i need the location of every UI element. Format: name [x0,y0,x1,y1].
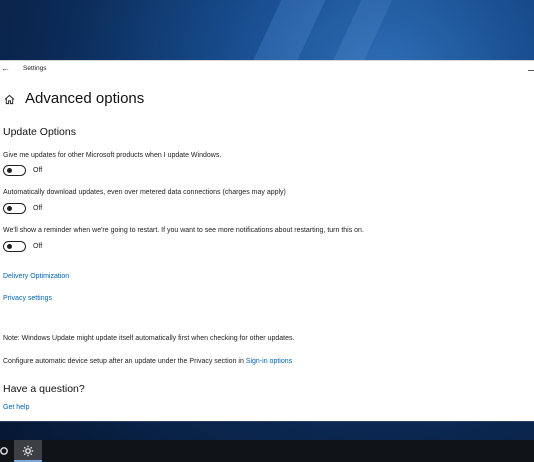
back-arrow-icon[interactable]: ← [1,63,10,73]
configure-setup-text: Configure automatic device setup after a… [3,357,292,366]
sign-in-options-link[interactable]: Sign-in options [246,358,292,365]
have-a-question-heading: Have a question? [3,383,85,395]
setting-restart-reminder-label: We'll show a reminder when we're going t… [3,227,364,234]
configure-setup-prefix: Configure automatic device setup after a… [3,358,246,365]
title-bar: ← Settings [0,61,534,77]
toggle-state-label: Off [33,205,43,212]
home-icon[interactable] [4,94,15,105]
gear-icon [22,445,34,457]
delivery-optimization-link[interactable]: Delivery Optimization [3,272,69,281]
toggle-switch[interactable] [3,165,26,176]
settings-window: ← Settings Advanced options Update Optio… [0,60,534,422]
page-title: Advanced options [25,90,145,107]
cortana-icon[interactable] [0,446,10,456]
settings-taskbar-button[interactable] [14,440,42,462]
toggle-state-label: Off [33,243,43,250]
update-note-text: Note: Windows Update might update itself… [3,335,295,342]
window-title: Settings [23,65,47,72]
privacy-settings-link[interactable]: Privacy settings [3,294,52,303]
minimize-icon[interactable] [528,70,534,71]
get-help-link[interactable]: Get help [3,403,29,412]
toggle-state-label: Off [33,167,43,174]
setting-other-products-label: Give me updates for other Microsoft prod… [3,152,222,159]
taskbar-left-item[interactable] [0,440,14,462]
toggle-knob [7,244,12,249]
taskbar [0,440,534,462]
toggle-knob [7,206,12,211]
toggle-knob [7,168,12,173]
update-options-heading: Update Options [3,126,76,138]
toggle-switch[interactable] [3,203,26,214]
toggle-switch[interactable] [3,241,26,252]
setting-metered-download-label: Automatically download updates, even ove… [3,189,286,196]
